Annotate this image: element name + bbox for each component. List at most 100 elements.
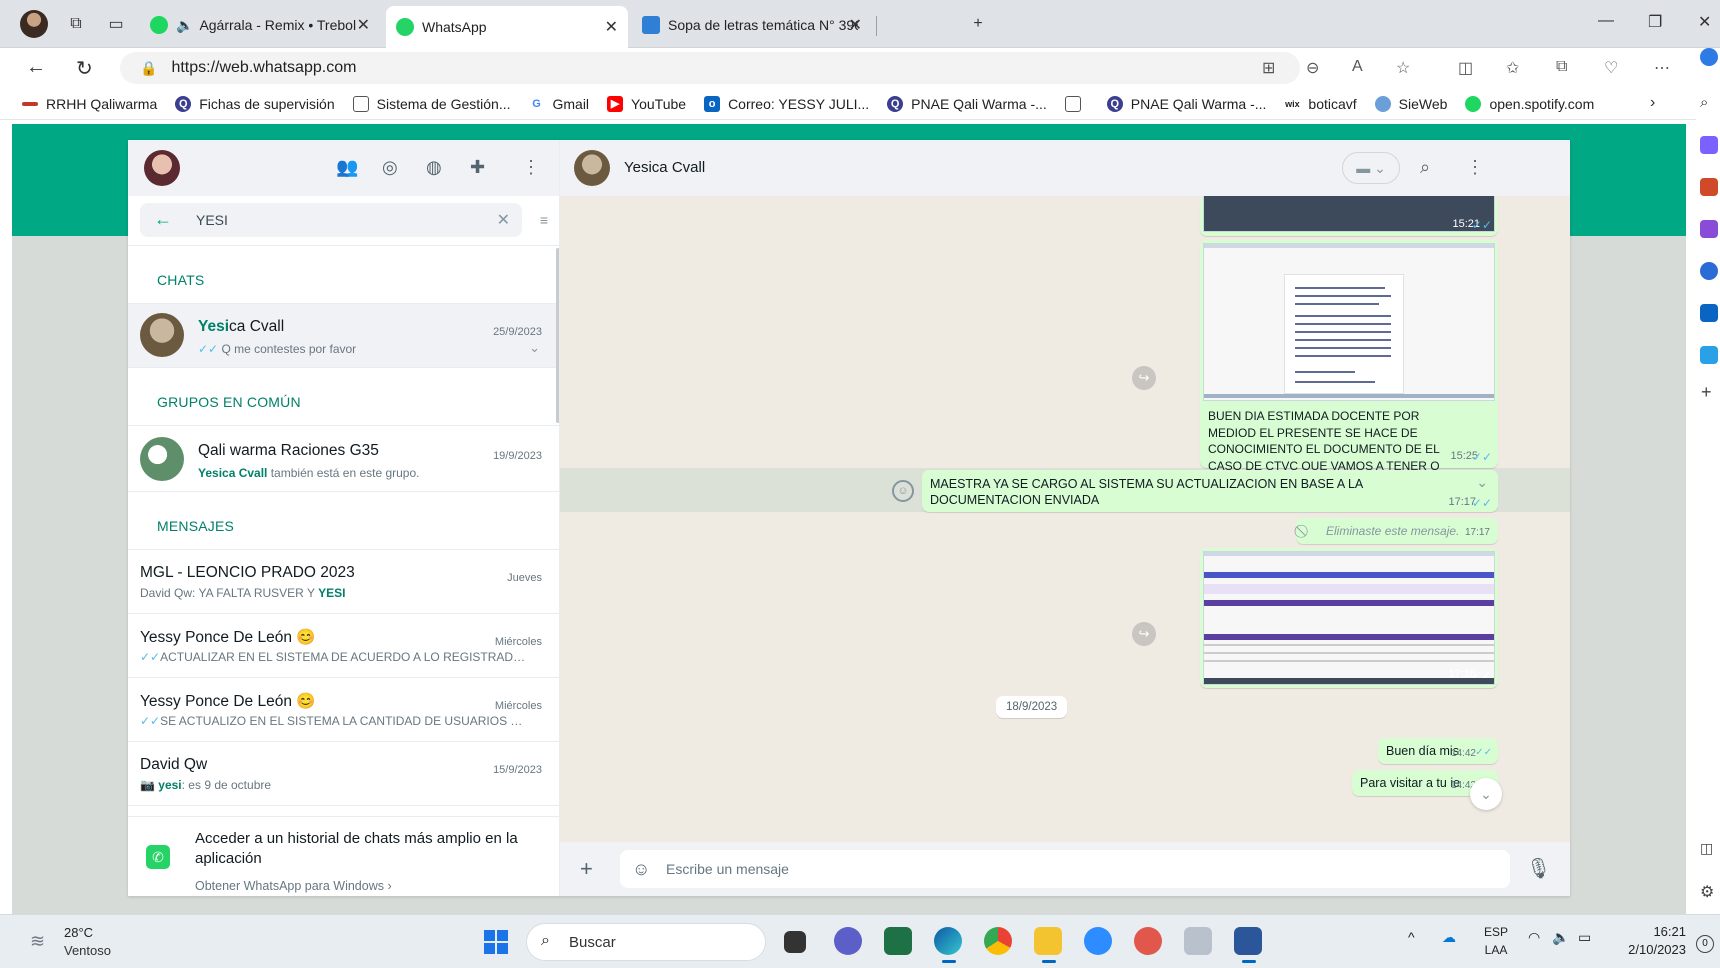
back-icon[interactable]: ← xyxy=(26,56,46,79)
refresh-icon[interactable]: ↻ xyxy=(76,56,93,81)
minimize-icon[interactable]: — xyxy=(1598,12,1614,30)
clock[interactable]: 16:21 2/10/2023 xyxy=(1618,923,1686,959)
collections-icon[interactable]: ⧉ xyxy=(1556,58,1567,76)
message-image[interactable] xyxy=(1203,196,1495,232)
status-icon[interactable]: ◎ xyxy=(382,157,398,178)
app-icon[interactable] xyxy=(1134,927,1162,955)
message-result-row[interactable]: Yessy Ponce De León 😊 Miércoles ✓✓SE ACT… xyxy=(128,678,559,742)
office-icon[interactable] xyxy=(1700,262,1718,280)
emoji-react-icon[interactable]: ☺ xyxy=(892,480,914,502)
group-result-row[interactable]: Qali warma Raciones G35 19/9/2023 Yesica… xyxy=(128,428,559,492)
chevron-right-icon[interactable]: › xyxy=(1650,94,1655,112)
copilot-icon[interactable] xyxy=(1700,48,1718,66)
chevron-up-icon[interactable]: ^ xyxy=(1408,929,1415,945)
favorite-star-icon[interactable]: ☆ xyxy=(1396,58,1410,78)
more-menu-icon[interactable]: ⋯ xyxy=(1654,58,1670,78)
text-message[interactable]: Buen día mis 14:42 ✓✓ xyxy=(1378,738,1498,764)
deleted-message[interactable]: ⃠ Eliminaste este mensaje. 17:17 xyxy=(1296,518,1498,544)
games-icon[interactable] xyxy=(1700,220,1718,238)
filter-icon[interactable]: ≡ xyxy=(540,212,548,228)
new-tab-button[interactable]: + xyxy=(966,12,990,36)
close-tab-icon[interactable]: ✕ xyxy=(357,15,370,35)
search-icon[interactable]: ⌕ xyxy=(1420,157,1430,178)
forward-icon[interactable]: ↪ xyxy=(1132,366,1156,390)
bookmark[interactable]: ▶ YouTube xyxy=(607,95,686,112)
browser-essentials-icon[interactable]: ♡ xyxy=(1604,58,1618,78)
image-message[interactable]: 15:21 ✓✓ xyxy=(1200,196,1498,236)
add-icon[interactable]: + xyxy=(1701,382,1712,403)
volume-icon[interactable]: 🔈 xyxy=(1552,929,1569,946)
language-indicator[interactable]: ESP LAA xyxy=(1484,923,1508,959)
taskbar-search[interactable]: ⌕ Buscar xyxy=(526,923,766,961)
bookmark[interactable]: o Correo: YESSY JULI... xyxy=(704,95,869,112)
outlook-icon[interactable] xyxy=(1700,304,1718,322)
settings-gear-icon[interactable]: ⚙ xyxy=(1700,882,1714,902)
teams-icon[interactable] xyxy=(834,927,862,955)
search-icon[interactable]: ⌕ xyxy=(1700,94,1708,111)
shopping-icon[interactable] xyxy=(1700,136,1718,154)
bookmark[interactable]: G Gmail xyxy=(528,95,589,112)
search-input[interactable]: ← YESI ✕ xyxy=(140,203,522,237)
communities-icon[interactable]: 👥 xyxy=(336,157,358,178)
split-screen-icon[interactable]: ◫ xyxy=(1458,58,1473,78)
zoom-icon[interactable] xyxy=(1084,927,1112,955)
tools-icon[interactable] xyxy=(1700,178,1718,196)
read-aloud-icon[interactable]: A xyxy=(1352,58,1363,76)
contact-name[interactable]: Yesica Cvall xyxy=(624,159,705,176)
tab-actions-icon[interactable]: ▭ xyxy=(104,12,128,36)
wifi-icon[interactable]: ◠ xyxy=(1528,929,1540,946)
message-result-row[interactable]: David Qw 15/9/2023 📷 yesi: es 9 de octub… xyxy=(128,742,559,806)
restore-icon[interactable]: ❐ xyxy=(1648,12,1662,32)
my-avatar[interactable] xyxy=(144,150,180,186)
tab-sopa-de-letras[interactable]: Sopa de letras temática N° 396 - ✕ xyxy=(632,8,872,42)
emoji-icon[interactable]: ☺ xyxy=(632,859,650,880)
favorites-icon[interactable]: ✩ xyxy=(1506,58,1519,78)
chevron-down-icon[interactable]: ⌄ xyxy=(1476,474,1488,491)
word-icon[interactable] xyxy=(1234,927,1262,963)
scroll-down-button[interactable]: ⌄ xyxy=(1470,778,1502,810)
text-message[interactable]: MAESTRA YA SE CARGO AL SISTEMA SU ACTUAL… xyxy=(922,470,1498,512)
bookmark[interactable]: wix boticavf xyxy=(1284,95,1357,112)
edge-icon[interactable] xyxy=(934,927,962,963)
image-caption-message[interactable]: BUEN DIA ESTIMADA DOCENTE POR MEDIOD EL … xyxy=(1200,240,1498,489)
speaker-icon[interactable]: 🔈 xyxy=(176,17,193,34)
chevron-down-icon[interactable]: ⌄ xyxy=(529,340,540,356)
bookmark[interactable]: Q PNAE Qali Warma -... xyxy=(887,95,1047,112)
forward-icon[interactable]: ↪ xyxy=(1132,622,1156,646)
sidebar-toggle-icon[interactable]: ◫ xyxy=(1700,840,1713,857)
new-chat-icon[interactable]: ✚ xyxy=(470,157,485,178)
notification-badge[interactable]: 0 xyxy=(1696,935,1714,953)
close-tab-icon[interactable]: ✕ xyxy=(849,15,862,35)
menu-kebab-icon[interactable]: ⋮ xyxy=(522,157,540,178)
bookmark[interactable]: RRHH Qaliwarma xyxy=(22,96,157,112)
chat-result-row[interactable]: Yesica Cvall 25/9/2023 ✓✓ Q me contestes… xyxy=(128,304,559,368)
bookmark[interactable]: Q PNAE Qali Warma -... xyxy=(1106,95,1266,112)
microphone-icon[interactable]: 🎙 xyxy=(1526,856,1551,881)
image-message[interactable]: 17:18 ✓✓ xyxy=(1200,548,1498,688)
url-field[interactable]: 🔒 https://web.whatsapp.com xyxy=(120,52,1300,84)
message-input[interactable]: ☺ Escribe un mensaje xyxy=(620,850,1510,888)
bookmark[interactable]: SieWeb xyxy=(1374,95,1447,112)
contact-avatar[interactable] xyxy=(574,150,610,186)
menu-kebab-icon[interactable]: ⋮ xyxy=(1466,157,1484,178)
tab-spotify[interactable]: 🔈 Agárrala - Remix • Trebol Cl ✕ xyxy=(140,8,380,42)
bookmark[interactable]: Sistema de Gestión... xyxy=(352,95,510,112)
zoom-out-icon[interactable]: ⊖ xyxy=(1306,58,1319,78)
app-available-icon[interactable]: ⊞ xyxy=(1262,58,1275,78)
back-arrow-icon[interactable]: ← xyxy=(154,209,172,230)
video-call-button[interactable]: ▬ ⌄ xyxy=(1342,152,1400,184)
close-tab-icon[interactable]: ✕ xyxy=(605,17,618,37)
excel-icon[interactable] xyxy=(884,927,912,955)
download-app-promo[interactable]: ✆ Acceder a un historial de chats más am… xyxy=(128,816,559,896)
attach-plus-icon[interactable]: + xyxy=(580,856,593,882)
start-button[interactable] xyxy=(484,930,508,954)
promo-link[interactable]: Obtener WhatsApp para Windows › xyxy=(195,879,392,893)
battery-icon[interactable]: ▭ xyxy=(1578,929,1591,946)
send-icon[interactable] xyxy=(1700,346,1718,364)
profile-avatar[interactable] xyxy=(20,10,48,38)
tab-whatsapp[interactable]: WhatsApp ✕ xyxy=(386,6,628,48)
bookmark[interactable] xyxy=(1064,95,1089,112)
channels-icon[interactable]: ◍ xyxy=(426,157,442,178)
workspaces-icon[interactable]: ⧉ xyxy=(64,12,88,36)
message-image[interactable] xyxy=(1203,551,1495,685)
